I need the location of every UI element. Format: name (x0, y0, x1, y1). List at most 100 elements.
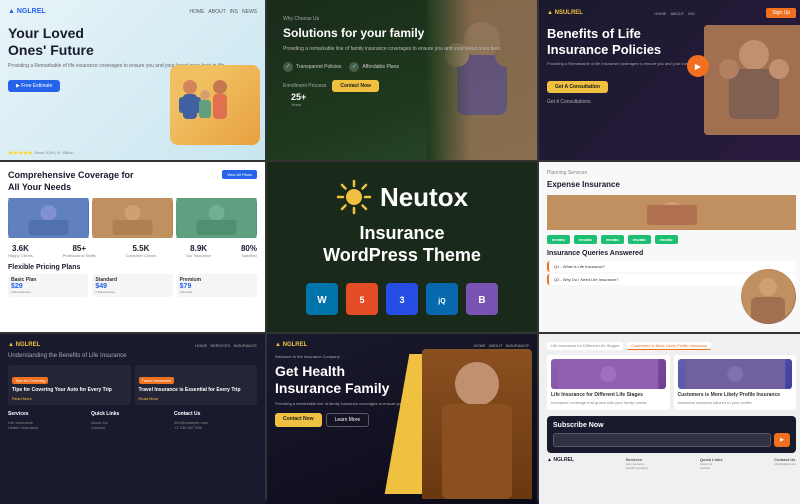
hero-title-1: Your Loved Ones' Future (8, 25, 257, 59)
nav-insurance-3[interactable]: INS (688, 11, 695, 16)
stage-tab-2[interactable]: Customers is More Likely Profile Insuran… (627, 342, 711, 350)
plan-standard: Standard $49 6 Beneficiaries (92, 274, 172, 297)
footer9-contact: Contact Us info@nglrel.com (774, 457, 796, 470)
wordpress-icon: W (306, 283, 338, 315)
footer-services-title: Services (8, 411, 91, 417)
orange-circle-3: ▶ (687, 55, 709, 77)
benefits-line2: Insurance Policies (547, 42, 661, 57)
blog-nav: ▲ NGLREL HOME SERVICES INSURANCE (8, 342, 257, 348)
cta-btn-2[interactable]: Contact Now (332, 80, 379, 92)
footer-contact-title: Contact Us (174, 411, 257, 417)
main-grid: ▲ NGLREL HOME ABOUT INS NEWS Your Loved … (0, 0, 800, 500)
person-silhouette-8 (422, 349, 532, 499)
primary-btn-8[interactable]: Contact Now (275, 413, 322, 427)
insurance-q-title: Insurance Queries Answered (547, 250, 796, 257)
nav-links-8: HOME ABOUT INSURANCE (474, 343, 529, 348)
enroll-label: Enrollment Process (283, 83, 326, 89)
view-all-btn[interactable]: View All Plans (222, 170, 257, 179)
brand-subtitle-line2: WordPress Theme (323, 245, 481, 265)
family-silhouette-svg (170, 75, 260, 145)
read-more-2[interactable]: Read More (139, 396, 254, 401)
nav-home-8[interactable]: HOME (474, 343, 486, 348)
cell-hero-loved: ▲ NGLREL HOME ABOUT INS NEWS Your Loved … (0, 0, 265, 160)
cta-row-2: Enrollment Process Contact Now (283, 80, 521, 92)
subscribe-input[interactable] (553, 433, 771, 447)
blog-card-2: Travel Insurance Travel Insurance is Ess… (135, 365, 258, 405)
logo-8: ▲ NGLREL (275, 342, 307, 348)
nav-about-1[interactable]: ABOUT (208, 9, 225, 15)
blog-section-title: Understanding the Benefits of Life Insur… (8, 353, 257, 359)
nav-about-8[interactable]: ABOUT (489, 343, 503, 348)
stat-num-2: 25+ (291, 92, 306, 102)
coverage-line2: All Your Needs (8, 182, 71, 192)
features-row: ✓ Transparent Policies ✓ Affordable Plan… (283, 62, 521, 72)
svg-text:5: 5 (359, 295, 364, 305)
coverage-title: Comprehensive Coverage for All Your Need… (8, 170, 257, 193)
blog-cards: Tips for Covering Tips for Covering Your… (8, 365, 257, 405)
nav-ins-8[interactable]: INSURANCE (505, 343, 529, 348)
blog-tag-1: Tips for Covering (12, 377, 48, 384)
coverage-line1: Comprehensive Coverage for (8, 170, 134, 180)
footer9-quicklinks: Quick Links About Us Contact (700, 457, 723, 470)
brand-subtitle-line1: Insurance (359, 223, 444, 243)
nav-services-7[interactable]: SERVICES (210, 343, 230, 348)
nav-about-3[interactable]: ABOUT (670, 11, 684, 16)
footer9-logo: ▲ NGLREL (547, 457, 574, 470)
footer-col-services: Services Life Insurance Health Insurance (8, 411, 91, 430)
person-svg-8 (422, 349, 532, 499)
get-health-line1: Get Health (275, 363, 345, 379)
brand-name-text: Neutox (380, 182, 468, 213)
hero-cta-btn-1[interactable]: ▶ Free Estimate (8, 80, 60, 92)
logo-1: ▲ NGLREL (8, 8, 46, 15)
subscribe-title: Subscribe Now (553, 422, 790, 429)
footer-9: ▲ NGLREL Services Life Insurance Health … (547, 457, 796, 470)
secondary-btn-8[interactable]: Learn More (326, 413, 370, 427)
stage-img-2 (678, 359, 793, 389)
signup-btn-3[interactable]: Sign Up (766, 8, 796, 18)
blog-card-1: Tips for Covering Tips for Covering Your… (8, 365, 131, 405)
cell-planning: Planning Services Expense Insurance enva… (539, 162, 800, 332)
hero-title-line1: Your Loved (8, 25, 84, 41)
brand-subtitle: Insurance WordPress Theme (323, 223, 481, 266)
stage-img-svg-2 (678, 359, 793, 389)
nav-insurance-7[interactable]: INSURANCE (233, 343, 257, 348)
nav-8: ▲ NGLREL HOME ABOUT INSURANCE (275, 342, 529, 348)
nav-home-1[interactable]: HOME (189, 9, 204, 15)
footer9-services: Services Life Insurance Health Insurance (626, 457, 649, 470)
stage-col-sub-2: Insurance solutions tailored to your pro… (678, 400, 793, 406)
nav-top-3: ▲ NSULREL HOME ABOUT INS Sign Up (547, 8, 796, 18)
badge-bottom-1: ⭐⭐⭐⭐⭐ Since 2004 | 4+ Billion (8, 150, 74, 155)
coverage-img-2 (92, 198, 173, 238)
nav-links-1: HOME ABOUT INS NEWS (189, 9, 257, 15)
stage-tab-1[interactable]: Life Insurance for Different Life Stages (547, 342, 623, 350)
nav-home-3[interactable]: HOME (654, 11, 666, 16)
tech-icons-row: W 5 3 jQ (306, 283, 498, 315)
blog-title-1: Tips for Covering Your Auto for Every Tr… (12, 387, 127, 394)
logo-3: ▲ NSULREL (547, 10, 583, 16)
feature-text-1: Transparent Policies (296, 64, 341, 70)
cell-brand: Neutox Insurance WordPress Theme W 5 (267, 162, 537, 332)
coverage-images (8, 198, 257, 238)
subscribe-section: Subscribe Now ▶ (547, 416, 796, 453)
footer-contact[interactable]: Contact (91, 425, 174, 430)
subscribe-btn[interactable]: ▶ (774, 433, 790, 447)
html5-icon: 5 (346, 283, 378, 315)
coverage-img-3 (176, 198, 257, 238)
svg-text:jQ: jQ (437, 298, 446, 305)
footer-section-7: Services Life Insurance Health Insurance… (8, 411, 257, 430)
footer-health-ins[interactable]: Health Insurance (8, 425, 91, 430)
why-label: Why Choose Us (283, 16, 521, 22)
nav-home-7[interactable]: HOME (195, 343, 207, 348)
consult-sub: Get it Consultations (547, 99, 591, 105)
svg-text:B: B (478, 295, 485, 306)
stat-staff: 85+ Professional Staffs (63, 244, 96, 258)
nav-news-1[interactable]: NEWS (242, 9, 257, 15)
consult-btn[interactable]: Get A Consultation (547, 81, 608, 93)
feature-affordable: ✓ Affordable Plans (349, 62, 399, 72)
logos-row: envato envato envato envato envato (547, 235, 796, 244)
nav-insurance-1[interactable]: INS (230, 9, 238, 15)
service-img (547, 195, 796, 230)
read-more-1[interactable]: Read More (12, 396, 127, 401)
nav-bar-1: ▲ NGLREL HOME ABOUT INS NEWS (8, 8, 257, 15)
envato-logo-1: envato (547, 235, 570, 244)
